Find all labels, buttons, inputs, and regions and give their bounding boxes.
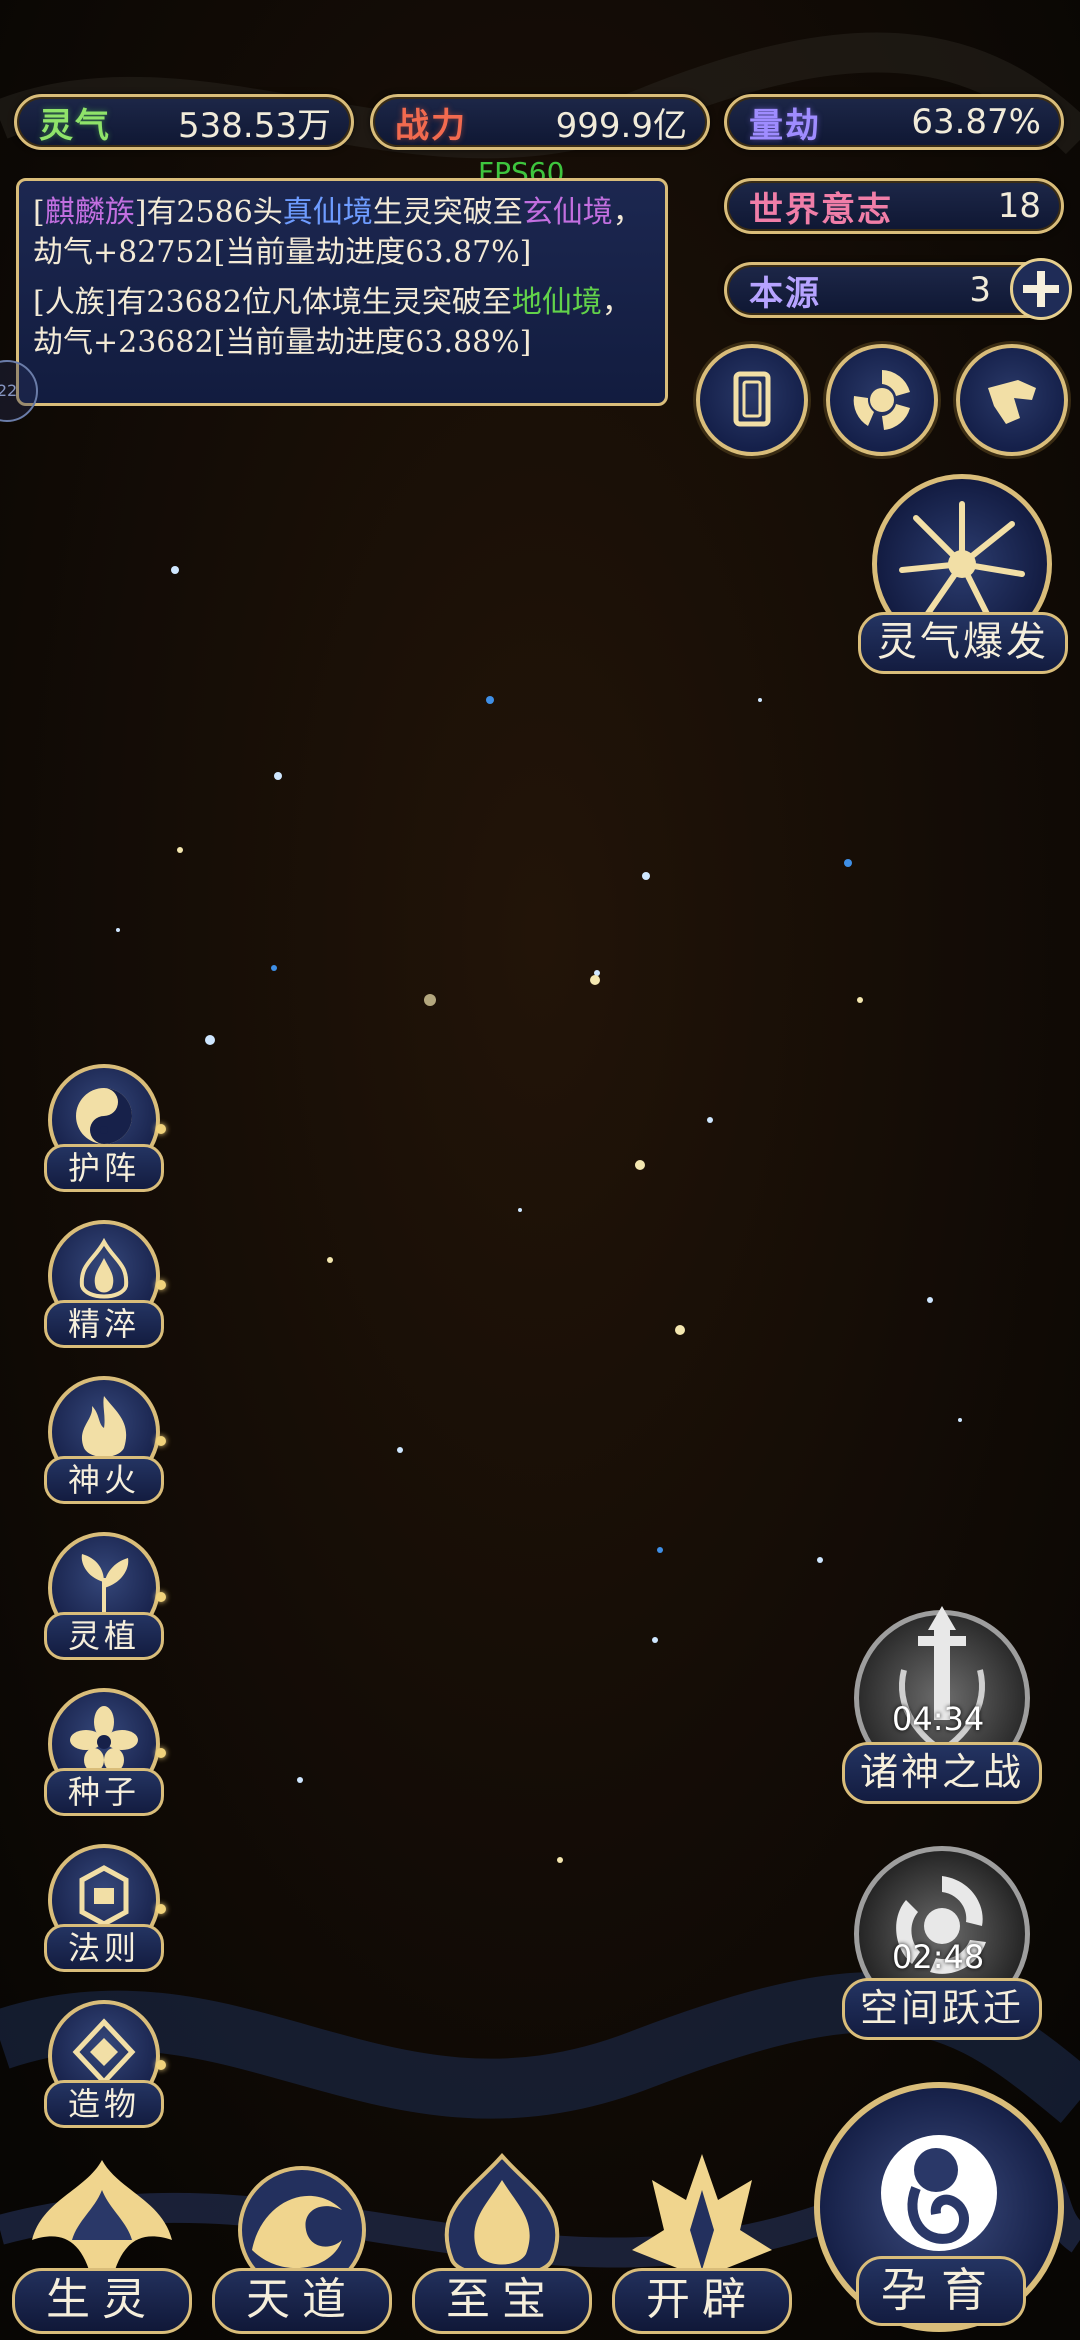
message-log-panel: [麒麟族]有2586头真仙境生灵突破至玄仙境，劫气+82752[当前量劫进度63… xyxy=(16,178,668,406)
lingqi-bar: 灵气 538.53万 xyxy=(14,94,354,150)
plus-icon xyxy=(1023,271,1059,307)
skill-zhongzi[interactable]: 种子 xyxy=(38,1688,170,1824)
sparkle-dot xyxy=(156,1436,166,1446)
realm-name: 玄仙境 xyxy=(522,195,613,230)
gods-war-label: 诸神之战 xyxy=(842,1742,1042,1804)
skill-zaowu[interactable]: 造物 xyxy=(38,2000,170,2136)
space-jump-label: 空间跃迁 xyxy=(842,1978,1042,2040)
nav-shengling[interactable]: 生灵 xyxy=(12,2150,192,2340)
lingqi-burst-button[interactable]: 灵气爆发 xyxy=(858,474,1068,684)
sparkle-dot xyxy=(156,1280,166,1290)
space-jump-timer: 02:48 xyxy=(892,1938,985,1976)
nav-label: 开辟 xyxy=(612,2268,792,2334)
benyuan-value: 3 xyxy=(969,270,991,310)
skill-shenhuo[interactable]: 神火 xyxy=(38,1376,170,1512)
skill-label: 种子 xyxy=(44,1768,164,1816)
nav-kaipi[interactable]: 开辟 xyxy=(612,2150,792,2340)
skill-huzhen[interactable]: 护阵 xyxy=(38,1064,170,1200)
message-item: [麒麟族]有2586头真仙境生灵突破至玄仙境，劫气+82752[当前量劫进度63… xyxy=(33,193,651,273)
liangjie-bar[interactable]: 量劫 63.87% xyxy=(724,94,1064,150)
realm-name: 地仙境 xyxy=(511,285,602,320)
shijie-bar[interactable]: 世界意志 18 xyxy=(724,178,1064,234)
fist-button[interactable] xyxy=(956,344,1068,456)
shijie-value: 18 xyxy=(997,186,1041,226)
nav-label: 生灵 xyxy=(12,2268,192,2334)
skill-jingcui[interactable]: 精淬 xyxy=(38,1220,170,1356)
zhanli-label: 战力 xyxy=(395,105,467,146)
sparkle-dot xyxy=(156,1904,166,1914)
gods-war-button[interactable]: 04:34 诸神之战 xyxy=(842,1600,1042,1810)
skill-faze[interactable]: 法则 xyxy=(38,1844,170,1980)
sparkle-dot xyxy=(156,2060,166,2070)
zhanli-value: 999.9亿 xyxy=(555,105,687,146)
yunyu-label: 孕育 xyxy=(856,2256,1026,2326)
benyuan-label: 本源 xyxy=(749,273,821,314)
nav-label: 至宝 xyxy=(412,2268,592,2334)
add-benyuan-button[interactable] xyxy=(1010,258,1072,320)
taiji-icon xyxy=(76,1088,132,1144)
yunyu-button[interactable]: 孕育 xyxy=(808,2078,1070,2340)
sparkle-dot xyxy=(156,1124,166,1134)
rune-icon xyxy=(79,1865,129,1927)
fist-icon xyxy=(988,380,1036,424)
diamond-icon xyxy=(72,2018,136,2086)
embryo-icon xyxy=(881,2135,997,2251)
message-bracket-open: [ xyxy=(33,195,45,230)
message-text: 生灵突破至 xyxy=(372,195,523,230)
gods-war-timer: 04:34 xyxy=(892,1700,985,1738)
burst-label: 灵气爆发 xyxy=(858,612,1068,674)
message-bracket-close: ] xyxy=(134,195,147,230)
card-icon xyxy=(733,371,771,427)
race-name: 麒麟族 xyxy=(44,195,135,230)
skill-lingzhi[interactable]: 灵植 xyxy=(38,1532,170,1668)
zhanli-bar: 战力 999.9亿 xyxy=(370,94,710,150)
vortex-button[interactable] xyxy=(826,344,938,456)
space-jump-button[interactable]: 02:48 空间跃迁 xyxy=(842,1836,1042,2046)
plant-icon xyxy=(81,1554,129,1612)
sparkle-dot xyxy=(156,1592,166,1602)
skill-label: 护阵 xyxy=(44,1144,164,1192)
liangjie-label: 量劫 xyxy=(749,105,821,146)
fire-icon xyxy=(81,1396,127,1457)
skill-label: 法则 xyxy=(44,1924,164,1972)
message-item: [人族]有23682位凡体境生灵突破至地仙境，劫气+23682[当前量劫进度63… xyxy=(33,283,651,363)
skill-label: 精淬 xyxy=(44,1300,164,1348)
sparkle-dot xyxy=(156,1748,166,1758)
message-text: 有2586头 xyxy=(146,195,283,230)
skill-label: 造物 xyxy=(44,2080,164,2128)
card-button[interactable] xyxy=(696,344,808,456)
nav-label: 天道 xyxy=(212,2268,392,2334)
nav-tiandao[interactable]: 天道 xyxy=(212,2150,392,2340)
lingqi-label: 灵气 xyxy=(39,105,111,146)
nav-zhibao[interactable]: 至宝 xyxy=(412,2150,592,2340)
flame-lotus-icon xyxy=(79,1237,129,1299)
skill-label: 灵植 xyxy=(44,1612,164,1660)
realm-name: 真仙境 xyxy=(282,195,373,230)
flower-icon xyxy=(70,1706,138,1772)
liangjie-value: 63.87% xyxy=(911,102,1041,142)
message-text: [人族]有23682位凡体境生灵突破至 xyxy=(33,285,512,320)
lingqi-value: 538.53万 xyxy=(178,105,331,146)
vortex-icon xyxy=(853,370,910,430)
shijie-label: 世界意志 xyxy=(749,189,893,230)
skill-label: 神火 xyxy=(44,1456,164,1504)
